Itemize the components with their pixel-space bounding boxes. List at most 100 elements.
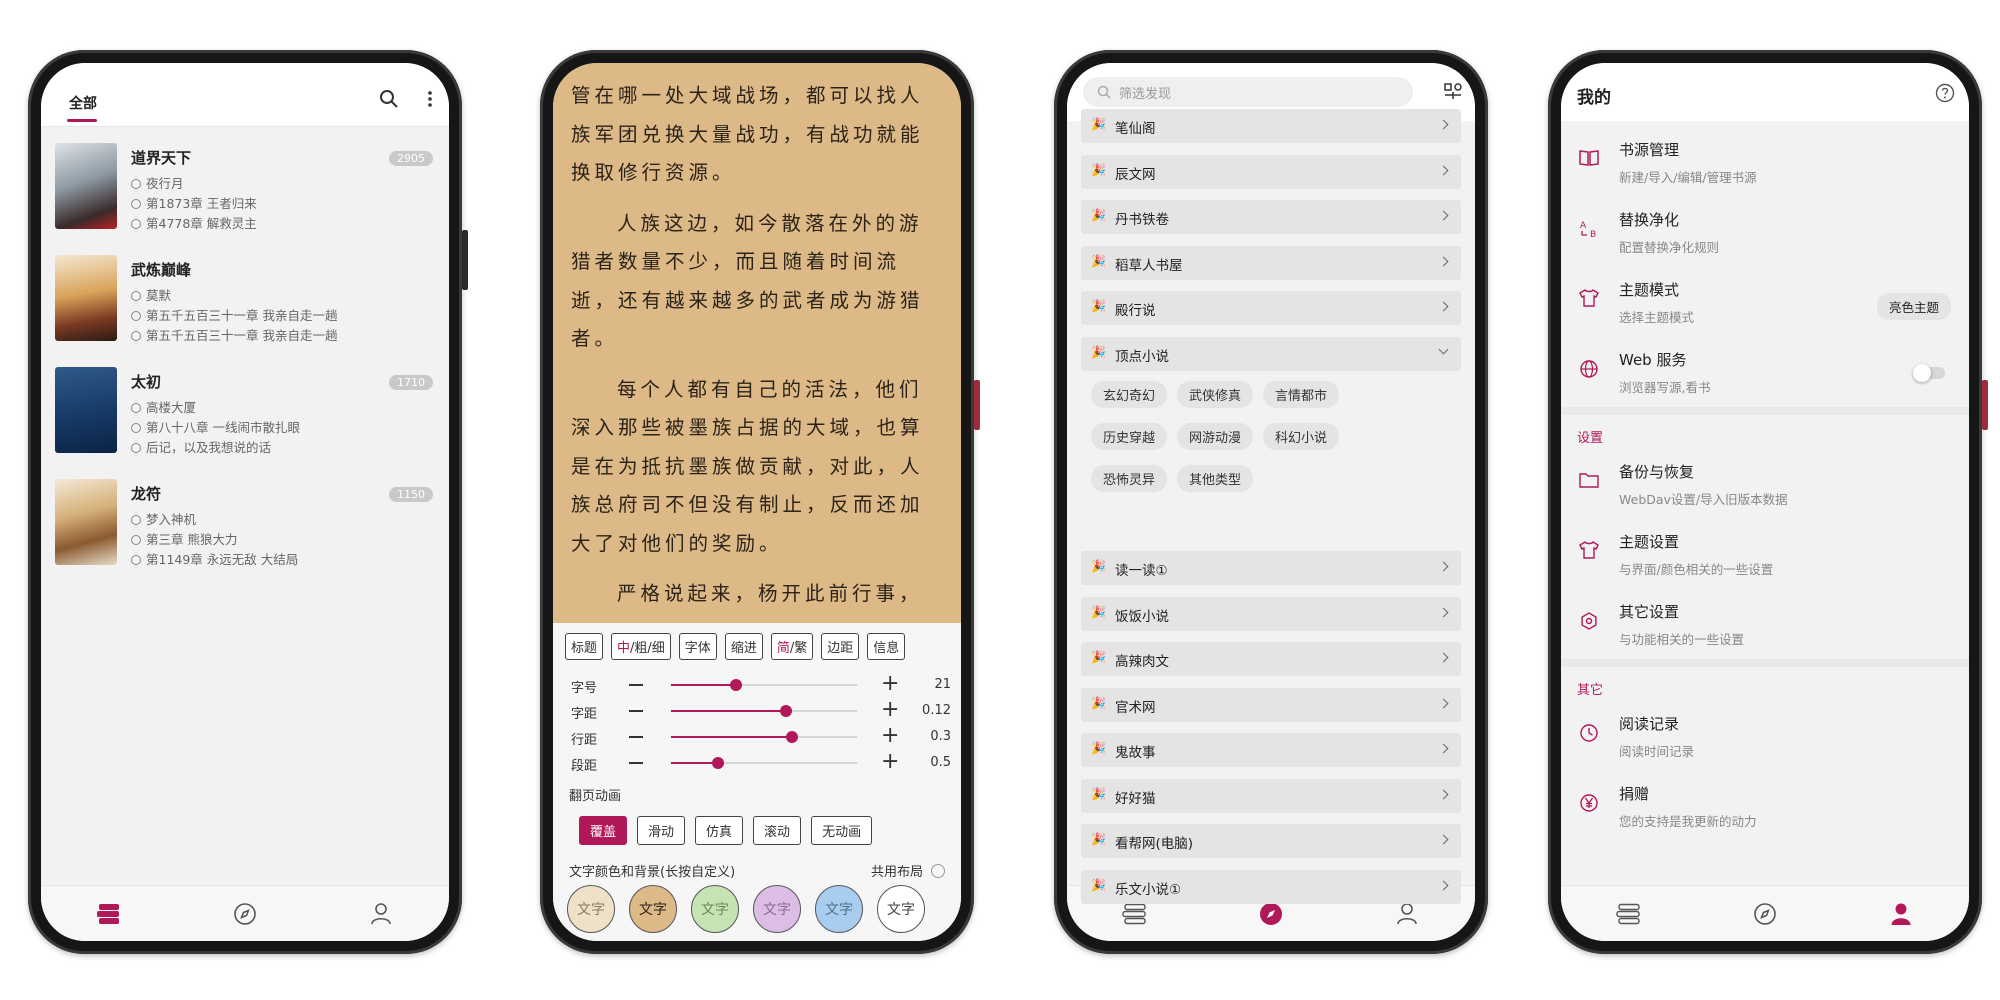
slider-knob[interactable] [730,679,743,691]
anim-option[interactable]: 滑动 [637,816,686,845]
anim-option[interactable]: 覆盖 [579,816,628,845]
source-item[interactable]: 🎉 丹书铁卷 [1081,200,1461,234]
source-item[interactable]: 🎉 饭饭小说 [1081,596,1461,631]
menu-title: 阅读记录 [1619,715,1680,733]
increase-button[interactable]: + [881,725,899,747]
category-tag[interactable]: 历史穿越 [1091,423,1168,450]
source-name: 顶点小说 [1115,348,1169,365]
nav-mine[interactable] [1881,894,1921,934]
category-tag[interactable]: 玄幻奇幻 [1091,381,1168,408]
tab-all[interactable]: 全部 [69,93,97,113]
nav-mine[interactable] [361,894,401,934]
book-cover [55,479,117,565]
book-item[interactable]: 太初 高楼大厦 第八十八章 一线闹市散扎眼 后记，以及我想说的话 1710 [55,367,435,463]
menu-subtitle: 与界面/颜色相关的一些设置 [1619,562,1774,577]
slider-track[interactable] [671,679,857,691]
color-swatch[interactable]: 文字 [877,885,925,933]
menu-backup[interactable]: 备份与恢复 WebDav设置/导入旧版本数据 [1561,447,1969,517]
paragraph-spacing-slider[interactable]: 段距 + 0.5 [571,751,951,775]
menu-other-settings[interactable]: 其它设置 与功能相关的一些设置 [1561,587,1969,657]
source-item[interactable]: 🎉 辰文网 [1081,154,1461,189]
source-item[interactable]: 🎉 读一读① [1081,551,1461,585]
color-swatch[interactable]: 文字 [815,885,863,933]
menu-theme-mode[interactable]: 主题模式 选择主题模式 亮色主题 [1561,265,1969,335]
search-icon [1097,85,1111,99]
source-icon: 🎉 [1091,650,1106,664]
letter-spacing-slider[interactable]: 字距 + 0.12 [571,699,951,723]
nav-bookshelf[interactable] [89,894,129,934]
menu-donate[interactable]: 捐赠 您的支持是我更新的动力 [1561,769,1969,839]
slider-track[interactable] [671,731,857,743]
menu-replace-rules[interactable]: A B 替换净化 配置替换净化规则 [1561,195,1969,265]
nav-bookshelf[interactable] [1609,894,1649,934]
book-latest: 第4778章 解救灵主 [131,213,257,232]
book-item[interactable]: 武炼巅峰 莫默 第五千五百三十一章 我亲自走一趟 第五千五百三十一章 我亲自走一… [55,255,435,351]
decrease-button[interactable] [629,710,643,712]
category-tag[interactable]: 科幻小说 [1263,423,1340,450]
section-divider [1561,659,1969,667]
search-icon[interactable] [379,89,399,109]
font-size-slider[interactable]: 字号 + 21 [571,673,951,697]
slider-track[interactable] [671,705,857,717]
slider-knob[interactable] [785,731,798,743]
source-item[interactable]: 🎉 鬼故事 [1081,733,1461,767]
category-tag[interactable]: 恐怖灵异 [1091,465,1168,492]
source-item[interactable]: 🎉 好好猫 [1081,778,1461,813]
color-swatch[interactable]: 文字 [629,885,677,933]
indent-button[interactable]: 缩进 [724,633,763,660]
info-button[interactable]: 信息 [867,633,906,660]
color-swatch[interactable]: 文字 [567,885,615,933]
increase-button[interactable]: + [881,699,899,721]
more-icon[interactable] [427,89,433,109]
increase-button[interactable]: + [881,751,899,773]
source-item[interactable]: 🎉 看帮网(电脑) [1081,824,1461,858]
category-tag[interactable]: 其他类型 [1177,465,1254,492]
help-icon[interactable] [1935,83,1955,103]
decrease-button[interactable] [629,684,643,686]
color-swatch[interactable]: 文字 [691,885,739,933]
slider-knob[interactable] [780,705,793,717]
margin-button[interactable]: 边距 [821,633,860,660]
nav-discover[interactable] [225,894,265,934]
reader-content[interactable]: 管在哪一处大域战场，都可以找人族军团兑换大量战功，有战功就能换取修行资源。 人族… [553,63,961,623]
source-item[interactable]: 🎉 高辣肉文 [1081,642,1461,676]
title-button[interactable]: 标题 [565,633,604,660]
category-tag[interactable]: 武侠修真 [1177,381,1254,408]
book-item[interactable]: 龙符 梦入神机 第三章 熊狼大力 第1149章 永远无敌 大结局 1150 [55,479,435,575]
book-item[interactable]: 道界天下 夜行月 第1873章 王者归来 第4778章 解救灵主 2905 [55,143,435,239]
source-item[interactable]: 🎉 乐文小说① [1081,869,1461,904]
web-service-toggle[interactable] [1913,364,1945,382]
source-icon: 🎉 [1091,604,1106,619]
menu-book-source[interactable]: 书源管理 新建/导入/编辑/管理书源 [1561,125,1969,195]
anim-option[interactable]: 滚动 [753,816,802,845]
filter-icon[interactable] [1443,81,1463,101]
increase-button[interactable]: + [881,673,899,695]
source-item[interactable]: 🎉 稻草人书屋 [1081,245,1461,280]
menu-web-service[interactable]: Web 服务 浏览器写源,看书 [1561,335,1969,405]
slider-knob[interactable] [711,757,724,769]
font-button[interactable]: 字体 [678,633,717,660]
category-tag[interactable]: 言情都市 [1263,381,1340,408]
weight-button[interactable]: 中/粗/细 [611,633,671,660]
search-input[interactable]: 筛选发现 [1083,77,1413,107]
decrease-button[interactable] [629,736,643,738]
menu-read-record[interactable]: 阅读记录 阅读时间记录 [1561,699,1969,769]
source-item[interactable]: 🎉 殿行说 [1081,291,1461,325]
line-spacing-slider[interactable]: 行距 + 0.3 [571,725,951,749]
anim-option[interactable]: 仿真 [695,816,744,845]
anim-option[interactable]: 无动画 [811,816,873,845]
radio-button[interactable] [931,864,945,878]
decrease-button[interactable] [629,762,643,764]
color-swatch[interactable]: 文字 [753,885,801,933]
source-item[interactable]: 🎉 顶点小说 [1081,336,1461,371]
nav-discover[interactable] [1745,894,1785,934]
chinese-convert-button[interactable]: 简/繁 [770,633,814,660]
theme-mode-value[interactable]: 亮色主题 [1876,293,1951,320]
source-item[interactable]: 🎉 官术网 [1081,687,1461,722]
slider-label: 字号 [571,681,598,696]
shared-layout-option[interactable]: 共用布局 [871,861,945,880]
category-tag[interactable]: 网游动漫 [1177,423,1254,450]
source-item[interactable]: 🎉 笔仙阁 [1081,109,1461,143]
slider-track[interactable] [671,757,857,769]
menu-theme-settings[interactable]: 主题设置 与界面/颜色相关的一些设置 [1561,517,1969,587]
